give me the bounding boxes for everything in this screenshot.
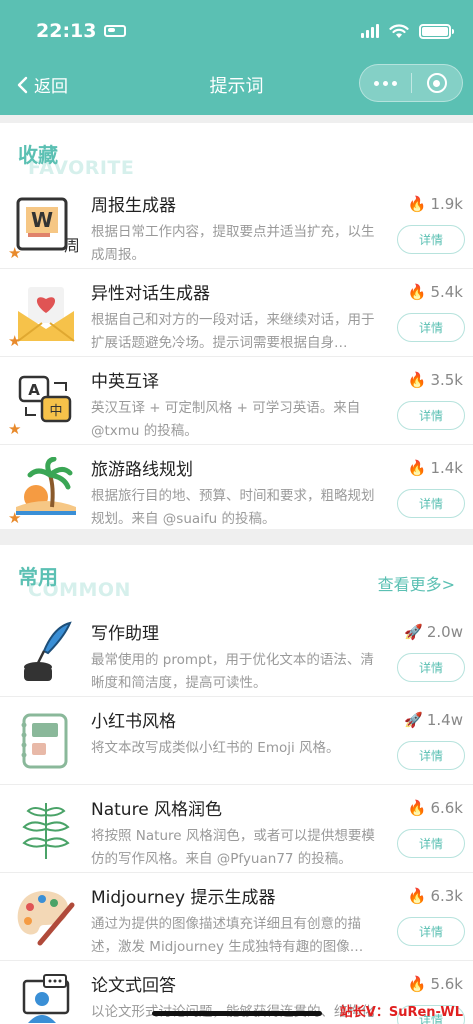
target-icon xyxy=(426,73,447,93)
item-count: 🔥 1.9k xyxy=(407,195,463,213)
item-desc: 英汉互译 + 可定制风格 + 可学习英语。来自 @txmu 的投稿。 xyxy=(91,400,361,439)
star-icon: ★ xyxy=(8,509,22,527)
item-count: 🔥 5.4k xyxy=(407,283,463,301)
capsule-menu xyxy=(359,64,463,102)
svg-text:中: 中 xyxy=(49,404,62,419)
leaf-icon xyxy=(14,797,78,861)
item-desc: 根据日常工作内容，提取要点并适当扩充，以生成周报。 xyxy=(91,224,375,263)
item-desc: 将按照 Nature 风格润色，或者可以提供想要模仿的写作风格。来自 @Pfyu… xyxy=(91,828,375,867)
rocket-icon: 🚀 xyxy=(404,711,423,729)
status-time-group: 22:13 xyxy=(36,20,127,42)
rocket-icon: 🚀 xyxy=(404,623,423,641)
svg-text:周: 周 xyxy=(64,236,78,255)
item-name: 周报生成器 xyxy=(91,196,176,216)
detail-button[interactable]: 详情 xyxy=(397,225,465,254)
item-name: 论文式回答 xyxy=(91,976,176,996)
computer-user-icon xyxy=(14,973,78,1024)
signal-icon xyxy=(361,24,379,38)
star-icon: ★ xyxy=(8,244,22,262)
notebook-icon xyxy=(14,709,78,773)
item-count: 🔥 3.5k xyxy=(407,371,463,389)
list-item[interactable]: ★ 旅游路线规划 根据旅行目的地、预算、时间和要求，粗略规划规划。来自 @sua… xyxy=(0,445,473,533)
fire-icon: 🔥 xyxy=(407,975,427,993)
fire-icon: 🔥 xyxy=(407,459,427,477)
common-header: 常用 COMMON 查看更多> xyxy=(0,545,473,609)
common-list: 写作助理 最常使用的 prompt，用于优化文本的语法、清晰度和简洁度，提高可读… xyxy=(0,609,473,1024)
header: 22:13 返回 提示词 xyxy=(0,0,473,115)
detail-button[interactable]: 详情 xyxy=(397,741,465,770)
svg-text:A: A xyxy=(28,381,40,399)
common-title: 常用 xyxy=(18,565,58,589)
item-count: 🔥 6.6k xyxy=(407,799,463,817)
item-name: 异性对话生成器 xyxy=(91,284,210,304)
item-count: 🔥 1.4k xyxy=(407,459,463,477)
list-item[interactable]: A 中 ★ 中英互译 英汉互译 + 可定制风格 + 可学习英语。来自 @txmu… xyxy=(0,357,473,445)
wifi-icon xyxy=(389,23,409,38)
home-indicator[interactable] xyxy=(152,1011,322,1016)
detail-button[interactable]: 详情 xyxy=(397,653,465,682)
item-name: 中英互译 xyxy=(91,372,159,392)
detail-button[interactable]: 详情 xyxy=(397,489,465,518)
nav-bar: 返回 提示词 xyxy=(0,60,473,108)
love-letter-icon xyxy=(14,281,78,345)
list-item[interactable]: 小红书风格 将文本改写成类似小红书的 Emoji 风格。 🚀 1.4w 详情 xyxy=(0,697,473,785)
list-item[interactable]: 写作助理 最常使用的 prompt，用于优化文本的语法、清晰度和简洁度，提高可读… xyxy=(0,609,473,697)
list-item[interactable]: Midjourney 提示生成器 通过为提供的图像描述填充详细且有创意的描述，激… xyxy=(0,873,473,961)
item-count: 🚀 1.4w xyxy=(404,711,463,729)
close-miniprogram-button[interactable] xyxy=(411,65,462,101)
view-more-link[interactable]: 查看更多> xyxy=(378,571,455,595)
item-desc: 最常使用的 prompt，用于优化文本的语法、清晰度和简洁度，提高可读性。 xyxy=(91,652,374,691)
svg-text:W: W xyxy=(31,208,53,232)
item-count: 🚀 2.0w xyxy=(404,623,463,641)
sleep-mode-icon xyxy=(104,25,127,37)
common-section: 常用 COMMON 查看更多> 写作助理 最常使用的 prompt，用于优化文本… xyxy=(0,545,473,1024)
fire-icon: 🔥 xyxy=(407,799,427,817)
item-count: 🔥 6.3k xyxy=(407,887,463,905)
item-name: Midjourney 提示生成器 xyxy=(91,888,276,908)
detail-button[interactable]: 详情 xyxy=(397,313,465,342)
status-bar: 22:13 xyxy=(36,18,454,44)
item-name: 写作助理 xyxy=(91,624,159,644)
star-icon: ★ xyxy=(8,420,22,438)
item-desc: 根据旅行目的地、预算、时间和要求，粗略规划规划。来自 @suaifu 的投稿。 xyxy=(91,488,375,527)
palette-icon xyxy=(14,885,78,949)
back-button[interactable]: 返回 xyxy=(16,72,68,97)
item-desc: 通过为提供的图像描述填充详细且有创意的描述，激发 Midjourney 生成独特… xyxy=(91,916,364,955)
more-dots-icon xyxy=(373,80,397,86)
favorite-section: 收藏 FAVORITE W 周 ★ 周报生成器 根据日常工作内容，提取要点并适当… xyxy=(0,123,473,529)
item-name: 旅游路线规划 xyxy=(91,460,193,480)
item-count: 🔥 5.6k xyxy=(407,975,463,993)
list-item[interactable]: Nature 风格润色 将按照 Nature 风格润色，或者可以提供想要模仿的写… xyxy=(0,785,473,873)
watermark: 站长V：SuRen-WL xyxy=(339,1005,463,1020)
favorite-title: 收藏 xyxy=(18,143,58,167)
fire-icon: 🔥 xyxy=(407,371,427,389)
item-name: 小红书风格 xyxy=(91,712,176,732)
item-name: Nature 风格润色 xyxy=(91,800,223,820)
item-desc: 将文本改写成类似小红书的 Emoji 风格。 xyxy=(91,740,340,756)
fire-icon: 🔥 xyxy=(407,887,427,905)
chevron-left-icon xyxy=(17,76,28,93)
detail-button[interactable]: 详情 xyxy=(397,829,465,858)
fire-icon: 🔥 xyxy=(407,195,427,213)
list-item[interactable]: W 周 ★ 周报生成器 根据日常工作内容，提取要点并适当扩充，以生成周报。 🔥 1… xyxy=(0,181,473,269)
fire-icon: 🔥 xyxy=(407,283,427,301)
favorite-header: 收藏 FAVORITE xyxy=(0,123,473,187)
weekly-report-icon: W 周 xyxy=(14,193,80,257)
detail-button[interactable]: 详情 xyxy=(397,917,465,946)
island-icon xyxy=(14,456,78,521)
quill-ink-icon xyxy=(14,621,78,685)
detail-button[interactable]: 详情 xyxy=(397,401,465,430)
back-label: 返回 xyxy=(34,77,68,97)
favorite-list: W 周 ★ 周报生成器 根据日常工作内容，提取要点并适当扩充，以生成周报。 🔥 1… xyxy=(0,181,473,533)
status-time: 22:13 xyxy=(36,20,97,42)
star-icon: ★ xyxy=(8,332,22,350)
item-desc: 根据自己和对方的一段对话，来继续对话，用于扩展话题避免冷场。提示词需要根据自身… xyxy=(91,312,375,351)
list-item[interactable]: ★ 异性对话生成器 根据自己和对方的一段对话，来继续对话，用于扩展话题避免冷场。… xyxy=(0,269,473,357)
battery-icon xyxy=(419,23,454,39)
translate-icon: A 中 xyxy=(14,369,78,433)
more-menu-button[interactable] xyxy=(360,65,411,101)
status-icons xyxy=(361,23,454,39)
